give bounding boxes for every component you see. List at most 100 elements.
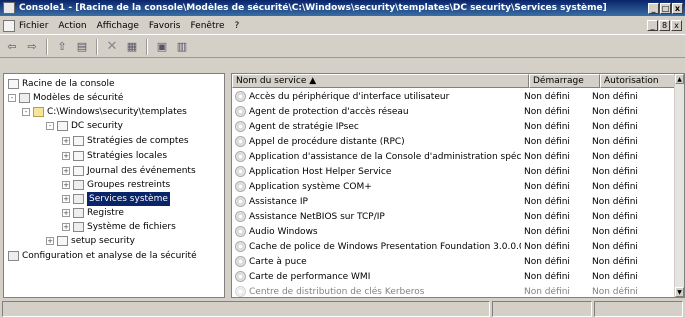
table-row[interactable]: Application Host Helper Service Non défin… [232,164,676,179]
column-header-startup[interactable]: Démarrage [529,74,600,88]
startup-cell: Non défini [524,181,570,192]
scroll-up-arrow-icon[interactable]: ▲ [675,74,684,84]
table-row[interactable]: Appel de procédure distante (RPC) Non déf… [232,134,676,149]
expand-toggle[interactable]: + [46,237,54,245]
table-row[interactable]: Carte de performance WMI Non défini Non dé… [232,269,676,284]
properties-icon[interactable]: ▥ [173,38,191,56]
table-row[interactable]: Centre de distribution de clés Kerberos N… [232,284,676,297]
scroll-down-arrow-icon[interactable]: ▼ [675,287,684,297]
menu-help[interactable]: ? [235,21,240,31]
mdi-close-button[interactable]: x [671,20,682,31]
service-name-cell: Application d'assistance de la Console d… [232,151,521,162]
collapse-toggle[interactable]: - [22,108,30,116]
services-list[interactable]: Nom du service ▲ Démarrage Autorisation … [231,73,685,298]
tree-item-dc-security[interactable]: - DC security [46,119,123,133]
tree-item-file-system[interactable]: + Système de fichiers [62,220,176,234]
forward-arrow-icon[interactable]: ⇨ [23,38,41,56]
tree-item-registry[interactable]: + Registre [62,206,124,220]
maximize-button[interactable]: □ [660,2,671,14]
table-row[interactable]: Agent de stratégie IPsec Non défini Non dé… [232,119,676,134]
startup-cell: Non défini [524,271,570,282]
service-name: Audio Windows [249,226,318,237]
table-row[interactable]: Accès du périphérique d'interface utilis… [232,89,676,104]
service-name-cell: Assistance IP [232,196,521,207]
permission-cell: Non défini [592,271,638,282]
column-header-service-name[interactable]: Nom du service ▲ [232,74,529,88]
table-row[interactable]: Application système COM+ Non défini Non dé… [232,179,676,194]
gear-icon [235,271,246,282]
mdi-minimize-button[interactable]: _ [647,20,658,31]
export-list-icon[interactable]: ▦ [123,38,141,56]
gear-icon [235,256,246,267]
tree-item-label: Stratégies de comptes [87,136,189,146]
minimize-button[interactable]: _ [648,2,659,14]
startup-cell: Non défini [524,136,570,147]
collapse-toggle[interactable]: - [46,122,54,130]
delete-icon[interactable]: ✕ [103,38,121,56]
console-tree[interactable]: Racine de la console - Modèles de sécuri… [3,73,225,298]
service-name-cell: Application système COM+ [232,181,521,192]
tree-item-label: Stratégies locales [87,151,168,161]
tree-item-configuration-analysis[interactable]: Configuration et analyse de la sécurité [8,249,197,263]
status-pane-3 [594,301,683,317]
table-row[interactable]: Application d'assistance de la Console d… [232,149,676,164]
collapse-toggle[interactable]: - [8,94,16,102]
table-row[interactable]: Agent de protection d'accès réseau Non dé… [232,104,676,119]
close-button[interactable]: x [672,2,683,14]
back-arrow-icon[interactable]: ⇦ [3,38,21,56]
template-icon [57,236,68,246]
service-name: Carte à puce [249,256,307,267]
tree-item-console-root[interactable]: Racine de la console [8,77,115,91]
tree-item-system-services[interactable]: + Services système [62,192,170,206]
tree-item-setup-security[interactable]: + setup security [46,234,135,248]
permission-cell: Non défini [592,121,638,132]
console-root-icon [8,79,19,89]
status-pane-2 [492,301,592,317]
permission-cell: Non défini [592,151,638,162]
mdi-restore-button[interactable]: 8 [659,20,670,31]
expand-toggle[interactable]: + [62,209,70,217]
list-rows: Accès du périphérique d'interface utilis… [232,89,676,297]
tree-item-event-log[interactable]: + Journal des événements [62,164,196,178]
tree-item-account-policies[interactable]: + Stratégies de comptes [62,134,189,148]
table-row[interactable]: Cache de police de Windows Presentation … [232,239,676,254]
column-header-permission[interactable]: Autorisation [600,74,676,88]
menu-fenetre[interactable]: Fenêtre [190,21,224,31]
menu-favoris[interactable]: Favoris [149,21,181,31]
service-name-cell: Agent de protection d'accès réseau [232,106,521,117]
tree-item-security-templates[interactable]: - Modèles de sécurité [8,91,123,105]
expand-toggle[interactable]: + [62,181,70,189]
analysis-icon [8,251,19,261]
help-icon[interactable]: ▣ [153,38,171,56]
up-folder-icon[interactable]: ⇧ [53,38,71,56]
show-tree-icon[interactable]: ▤ [73,38,91,56]
permission-cell: Non défini [592,256,638,267]
filesystem-icon [73,222,84,232]
expand-toggle[interactable]: + [62,195,70,203]
table-row[interactable]: Carte à puce Non défini Non défini [232,254,676,269]
expand-toggle[interactable]: + [62,137,70,145]
permission-cell: Non défini [592,241,638,252]
tree-item-local-policies[interactable]: + Stratégies locales [62,149,167,163]
table-row[interactable]: Assistance IP Non défini Non défini [232,194,676,209]
startup-cell: Non défini [524,91,570,102]
vertical-scrollbar[interactable]: ▲ ▼ [674,74,684,297]
expand-toggle[interactable]: + [62,223,70,231]
table-row[interactable]: Audio Windows Non défini Non défini [232,224,676,239]
groups-icon [73,180,84,190]
expand-toggle[interactable]: + [62,167,70,175]
service-name: Assistance IP [249,196,308,207]
service-name: Agent de stratégie IPsec [249,121,359,132]
security-templates-icon [19,93,30,103]
menu-action[interactable]: Action [58,21,86,31]
expand-toggle[interactable]: + [62,152,70,160]
tree-item-restricted-groups[interactable]: + Groupes restreints [62,178,170,192]
tree-item-templates-folder[interactable]: - C:\Windows\security\templates [22,105,187,119]
service-name: Assistance NetBIOS sur TCP/IP [249,211,385,222]
menu-affichage[interactable]: Affichage [97,21,139,31]
policy-icon [73,151,84,161]
menu-fichier[interactable]: Fichier [19,21,48,31]
table-row[interactable]: Assistance NetBIOS sur TCP/IP Non défini N… [232,209,676,224]
console-document-icon[interactable] [3,19,15,32]
service-name: Cache de police de Windows Presentation … [249,241,521,252]
